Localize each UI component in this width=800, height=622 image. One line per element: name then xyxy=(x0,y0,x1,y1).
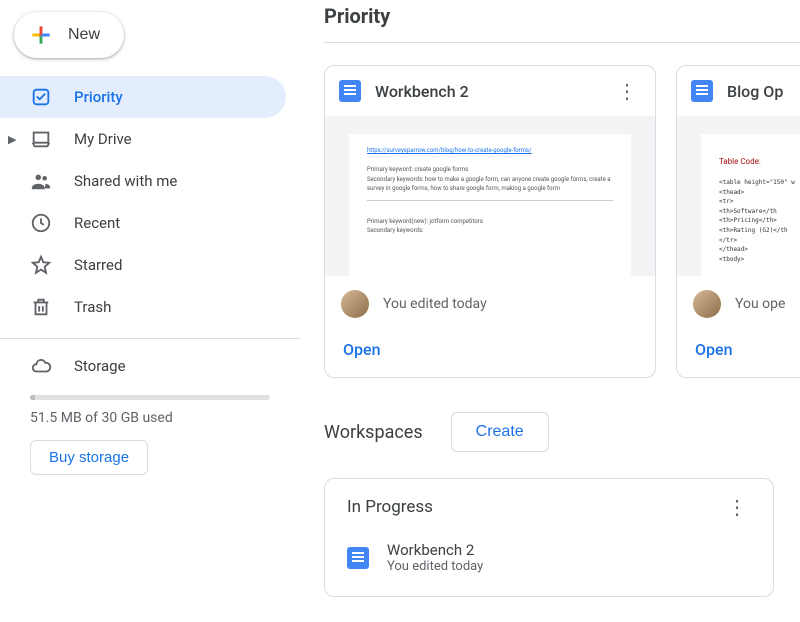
storage-label: Storage xyxy=(74,357,126,375)
chevron-right-icon[interactable]: ▶ xyxy=(8,133,16,146)
preview-page: https://surveysparrow.com/blog/how-to-cr… xyxy=(349,134,631,276)
docs-icon xyxy=(347,547,369,569)
nav-list: Priority ▶ My Drive Shared with me Recen… xyxy=(0,76,300,328)
sidebar-item-starred[interactable]: Starred xyxy=(0,244,286,286)
create-workspace-button[interactable]: Create xyxy=(451,412,549,452)
card-preview: https://surveysparrow.com/blog/how-to-cr… xyxy=(325,116,655,276)
trash-icon xyxy=(30,296,52,318)
workspace-item-title: Workbench 2 xyxy=(387,541,483,559)
workspace-card[interactable]: In Progress ⋮ Workbench 2 You edited tod… xyxy=(324,478,774,597)
plus-icon xyxy=(28,22,54,48)
clock-icon xyxy=(30,212,52,234)
sidebar-item-priority[interactable]: Priority xyxy=(0,76,286,118)
open-button[interactable]: Open xyxy=(325,328,655,377)
page-title: Priority xyxy=(324,0,800,42)
sidebar-item-shared[interactable]: Shared with me xyxy=(0,160,286,202)
workspace-card-header: In Progress ⋮ xyxy=(347,497,751,517)
workspace-title: In Progress xyxy=(347,497,433,517)
cloud-icon xyxy=(30,355,52,377)
workspace-item[interactable]: Workbench 2 You edited today xyxy=(347,537,751,578)
card-meta: You ope xyxy=(677,276,800,328)
avatar xyxy=(341,290,369,318)
docs-icon xyxy=(691,80,713,102)
drive-icon xyxy=(30,128,52,150)
preview-page: Table Code: <table height="150" w <thead… xyxy=(701,134,800,276)
preview-text: Secondary keywords: how to make a google… xyxy=(367,175,613,194)
docs-icon xyxy=(339,80,361,102)
people-icon xyxy=(30,170,52,192)
more-menu-icon[interactable]: ⋮ xyxy=(613,81,641,101)
card-header: Workbench 2 ⋮ xyxy=(325,66,655,116)
sidebar-item-storage[interactable]: Storage xyxy=(0,345,286,387)
more-menu-icon[interactable]: ⋮ xyxy=(723,497,751,517)
card-meta-text: You ope xyxy=(735,296,785,312)
priority-card[interactable]: Blog Op Table Code: <table height="150" … xyxy=(676,65,800,378)
workspace-item-text: Workbench 2 You edited today xyxy=(387,541,483,574)
divider xyxy=(324,42,800,43)
card-meta: You edited today xyxy=(325,276,655,328)
buy-storage-button[interactable]: Buy storage xyxy=(30,440,148,475)
sidebar-item-trash[interactable]: Trash xyxy=(0,286,286,328)
sidebar-item-label: Shared with me xyxy=(74,172,177,190)
preview-code: <table height="150" w <thead> <tr> <th>S… xyxy=(719,178,800,264)
avatar xyxy=(693,290,721,318)
preview-heading: Table Code: xyxy=(719,156,800,169)
storage-bar xyxy=(30,395,270,400)
card-meta-text: You edited today xyxy=(383,296,487,312)
new-button[interactable]: New xyxy=(14,12,124,58)
star-icon xyxy=(30,254,52,276)
new-button-label: New xyxy=(68,26,100,44)
preview-text: Secondary keywords: xyxy=(367,226,613,236)
sidebar-item-label: Starred xyxy=(74,256,122,274)
preview-text: Primary keyword: create google forms xyxy=(367,165,613,175)
card-title: Workbench 2 xyxy=(375,82,599,101)
storage-bar-fill xyxy=(30,395,35,400)
sidebar-item-my-drive[interactable]: ▶ My Drive xyxy=(0,118,286,160)
sidebar-item-label: My Drive xyxy=(74,130,132,148)
workspaces-title: Workspaces xyxy=(324,422,423,443)
workspace-item-sub: You edited today xyxy=(387,559,483,574)
card-title: Blog Op xyxy=(727,82,800,101)
priority-icon xyxy=(30,86,52,108)
sidebar-item-label: Recent xyxy=(74,214,120,232)
sidebar-item-label: Priority xyxy=(74,88,123,106)
sidebar: New Priority ▶ My Drive Shared with me xyxy=(0,0,300,622)
card-preview: Table Code: <table height="150" w <thead… xyxy=(677,116,800,276)
sidebar-item-recent[interactable]: Recent xyxy=(0,202,286,244)
priority-cards-row: Workbench 2 ⋮ https://surveysparrow.com/… xyxy=(324,65,800,378)
preview-text: Primary keyword(new): jotform competitor… xyxy=(367,217,613,227)
preview-link: https://surveysparrow.com/blog/how-to-cr… xyxy=(367,146,613,156)
divider xyxy=(0,338,300,339)
workspaces-header: Workspaces Create xyxy=(324,412,800,452)
priority-card[interactable]: Workbench 2 ⋮ https://surveysparrow.com/… xyxy=(324,65,656,378)
storage-used-text: 51.5 MB of 30 GB used xyxy=(30,410,300,426)
open-button[interactable]: Open xyxy=(677,328,800,377)
card-header: Blog Op xyxy=(677,66,800,116)
main-content: Priority Workbench 2 ⋮ https://surveyspa… xyxy=(300,0,800,622)
sidebar-item-label: Trash xyxy=(74,298,111,316)
